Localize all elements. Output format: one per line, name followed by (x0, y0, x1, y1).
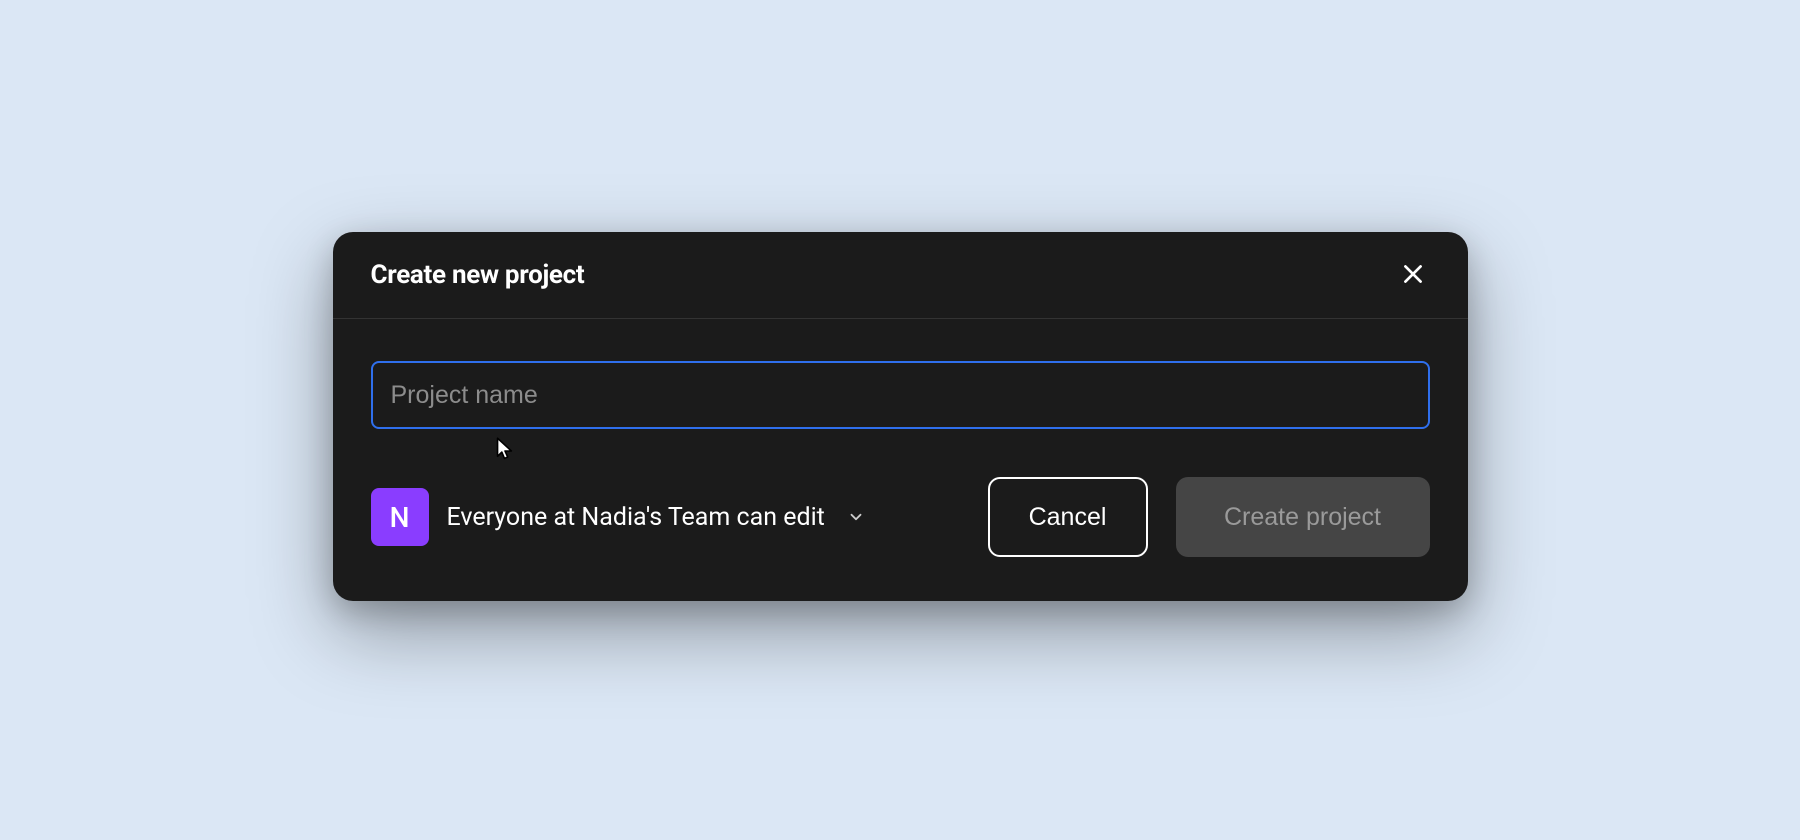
create-project-modal: Create new project N Everyone at Nadia's… (333, 232, 1468, 601)
close-icon (1400, 261, 1426, 290)
permission-selector[interactable]: N Everyone at Nadia's Team can edit (371, 488, 865, 546)
close-button[interactable] (1396, 258, 1430, 292)
avatar-initial: N (390, 501, 410, 534)
modal-title: Create new project (371, 260, 585, 290)
project-name-input[interactable] (371, 361, 1430, 429)
create-project-button[interactable]: Create project (1176, 477, 1430, 557)
modal-body: N Everyone at Nadia's Team can edit Canc… (333, 319, 1468, 601)
cancel-button[interactable]: Cancel (988, 477, 1148, 557)
modal-footer: N Everyone at Nadia's Team can edit Canc… (371, 477, 1430, 557)
team-avatar: N (371, 488, 429, 546)
chevron-down-icon (847, 508, 865, 526)
button-group: Cancel Create project (988, 477, 1430, 557)
modal-header: Create new project (333, 232, 1468, 319)
permission-label: Everyone at Nadia's Team can edit (447, 503, 825, 532)
